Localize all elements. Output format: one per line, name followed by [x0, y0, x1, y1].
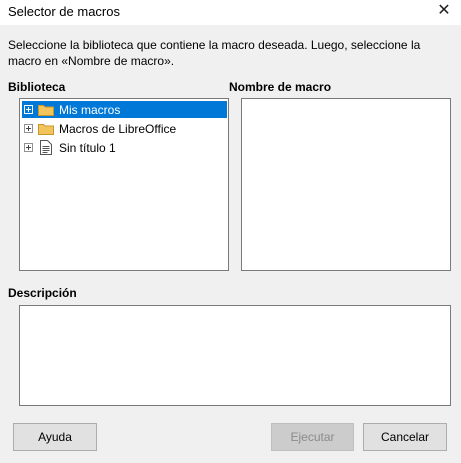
- tree-item-label: Macros de LibreOffice: [59, 121, 177, 136]
- macro-selector-dialog: Selector de macros ✕ Seleccione la bibli…: [0, 0, 461, 463]
- instructions-text: Seleccione la biblioteca que contiene la…: [8, 38, 421, 68]
- run-button[interactable]: Ejecutar: [271, 423, 354, 451]
- library-label: Biblioteca: [8, 80, 66, 94]
- help-button[interactable]: Ayuda: [13, 423, 97, 451]
- cancel-button-label: Cancelar: [380, 430, 430, 444]
- document-icon: [38, 140, 54, 155]
- macro-name-label: Nombre de macro: [229, 80, 332, 94]
- description-box[interactable]: [19, 305, 451, 406]
- tree-item-label: Sin título 1: [59, 140, 116, 155]
- run-button-label: Ejecutar: [290, 430, 335, 444]
- title-bar: Selector de macros ✕: [0, 0, 461, 24]
- close-icon[interactable]: ✕: [433, 1, 455, 21]
- description-label: Descripción: [8, 286, 77, 300]
- tree-item-sin-titulo[interactable]: Sin título 1: [22, 139, 227, 156]
- library-tree[interactable]: Mis macros Macros de LibreOffice Sin tít…: [19, 98, 229, 271]
- macro-name-list[interactable]: [241, 98, 451, 271]
- tree-item-macros-libreoffice[interactable]: Macros de LibreOffice: [22, 120, 227, 137]
- tree-item-mis-macros[interactable]: Mis macros: [22, 101, 227, 118]
- tree-item-label: Mis macros: [59, 102, 121, 117]
- folder-icon: [38, 103, 54, 117]
- help-button-label: Ayuda: [38, 430, 72, 444]
- cancel-button[interactable]: Cancelar: [363, 423, 447, 451]
- window-title: Selector de macros: [8, 4, 120, 19]
- expand-icon[interactable]: [24, 105, 33, 114]
- expand-icon[interactable]: [24, 143, 33, 152]
- dialog-body: Seleccione la biblioteca que contiene la…: [0, 25, 461, 463]
- expand-icon[interactable]: [24, 124, 33, 133]
- folder-icon: [38, 122, 54, 136]
